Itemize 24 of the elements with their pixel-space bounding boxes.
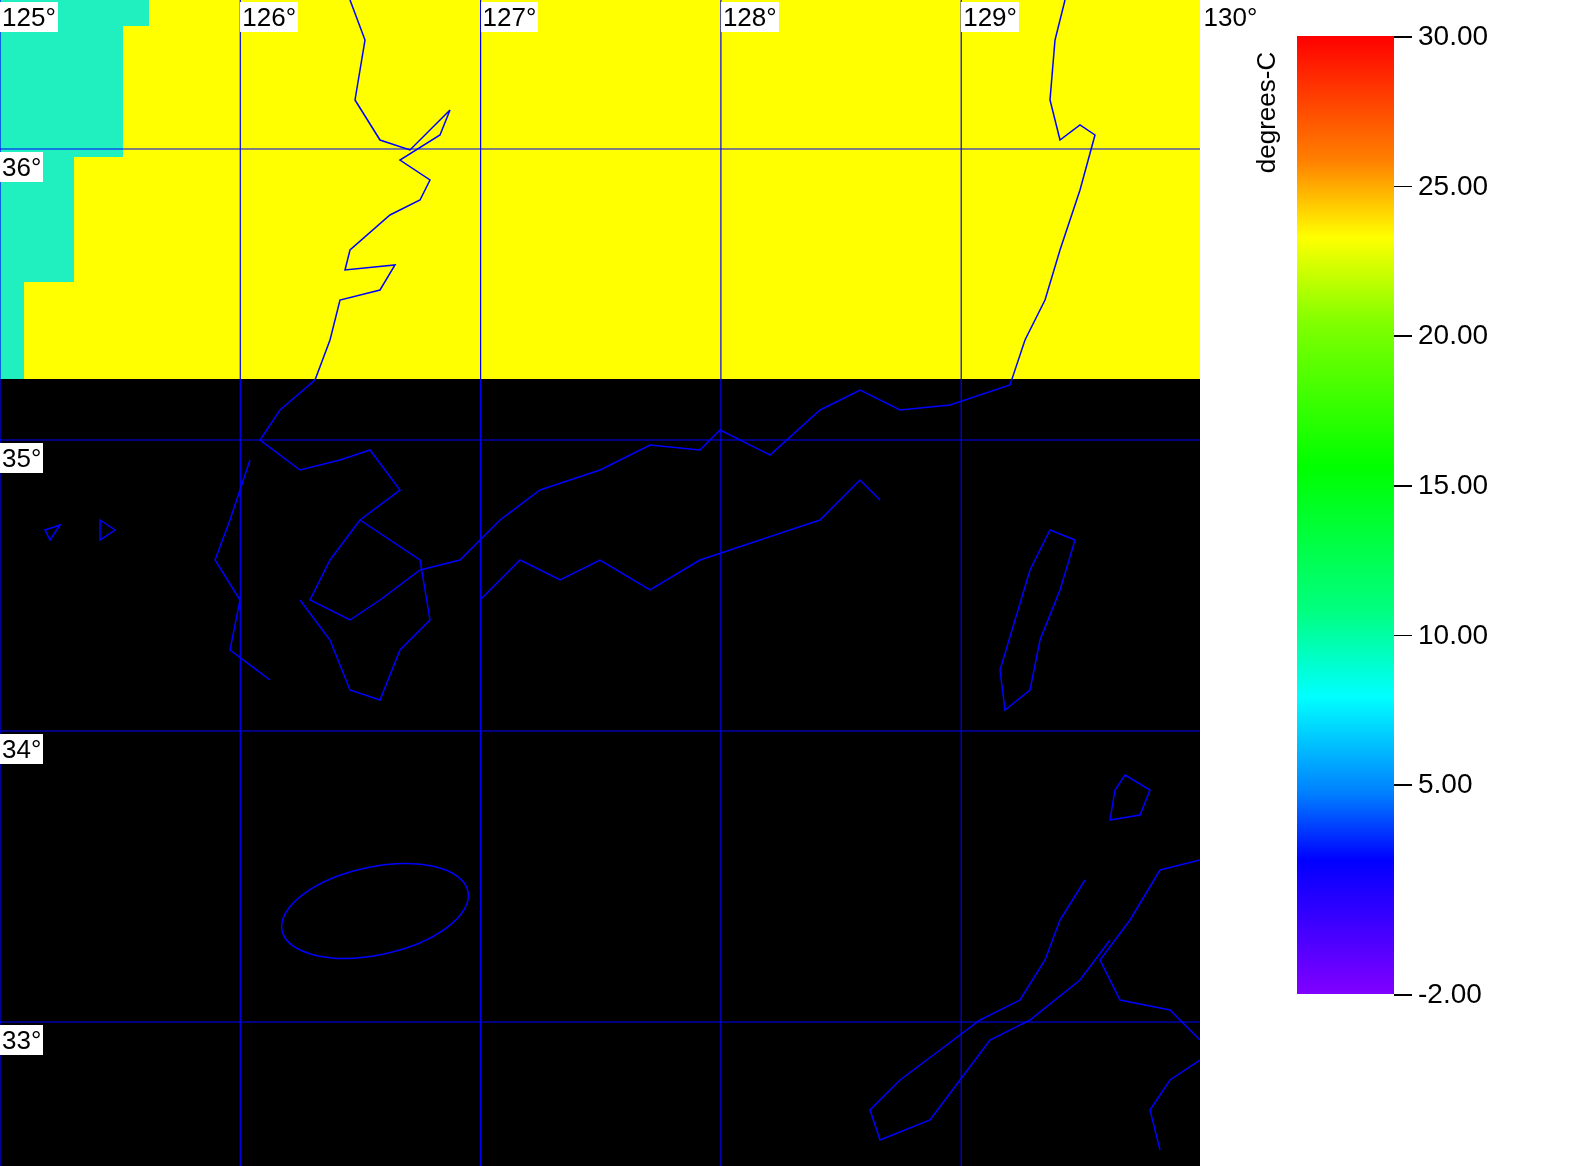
tick-label: 20.00 [1418,320,1489,351]
tick-label: 5.00 [1418,769,1473,800]
tick-label: 10.00 [1418,619,1489,650]
tick-mark [1394,994,1412,996]
tick-label: 30.00 [1418,21,1489,51]
tick-mark [1394,634,1412,637]
latitude-label: 34° [0,734,44,764]
tick-mark [1394,784,1412,786]
latitude-label: 35° [0,443,44,473]
tick-label: -2.00 [1418,979,1482,1009]
tick-mark [1394,335,1412,337]
latitude-label: 33° [0,1025,44,1055]
longitude-label: 129° [961,2,1019,32]
colorbar-title: degrees-C [1251,51,1283,173]
tick-label: 25.00 [1418,170,1489,201]
tick-mark [1394,485,1412,487]
longitude-label: 127° [480,2,539,32]
tick-mark [1394,185,1412,188]
latitude-label: 36° [0,152,44,182]
longitude-label: 126° [240,2,299,32]
longitude-label: 128° [720,2,779,32]
tick-mark [1394,36,1412,38]
longitude-label: 125° [0,2,58,32]
tick-label: 15.00 [1418,470,1489,501]
